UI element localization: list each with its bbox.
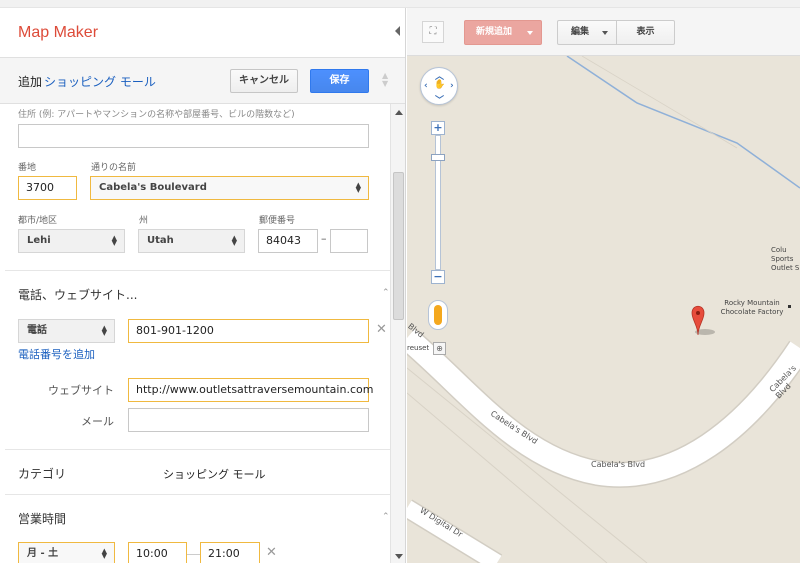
- save-button[interactable]: 保存: [310, 69, 369, 93]
- fullscreen-icon[interactable]: ⛶: [422, 21, 444, 43]
- select-arrows-icon: ▲ ▼: [101, 547, 107, 560]
- street-number-label: 番地: [18, 163, 37, 173]
- edit-action: 追加: [18, 75, 43, 89]
- map-toolbar: ⛶ 新規追加 編集 表示: [407, 8, 800, 56]
- phone-type-value: 電話: [27, 325, 47, 336]
- phone-type-select[interactable]: 電話 ▲ ▼: [18, 319, 115, 343]
- header-spinner-icon: ▲ ▼: [382, 71, 389, 88]
- section-divider: [5, 494, 390, 495]
- marker-dot: [696, 311, 700, 315]
- close-time-input[interactable]: 21:00: [200, 542, 260, 563]
- scroll-down-icon[interactable]: [395, 554, 403, 559]
- editor-panel: Map Maker 追加 ショッピング モール キャンセル 保存 ▲ ▼ 住所 (例…: [0, 8, 406, 563]
- poi-label[interactable]: Rocky Mountain Chocolate Factory: [712, 299, 792, 317]
- open-time-input[interactable]: 10:00: [128, 542, 187, 563]
- path-line: [581, 55, 738, 149]
- scroll-up-icon[interactable]: [395, 110, 403, 115]
- pan-down-icon[interactable]: ﹀: [435, 93, 444, 106]
- browser-top-strip: [0, 0, 800, 8]
- address-extra-input[interactable]: [18, 124, 369, 148]
- zoom-slider-thumb[interactable]: [431, 154, 445, 161]
- edit-label: 編集: [571, 27, 590, 37]
- road-w-digital-dr: [407, 500, 502, 563]
- section-divider: [5, 270, 390, 271]
- select-arrows-icon: ▲ ▼: [231, 234, 237, 247]
- pan-right-icon[interactable]: ›: [450, 81, 454, 91]
- email-label: メール: [81, 415, 114, 428]
- map-canvas[interactable]: Rocky Mountain Chocolate Factory Colu Sp…: [407, 8, 800, 563]
- chevron-down-icon: [602, 31, 608, 35]
- app-logo[interactable]: Map Maker: [18, 24, 98, 42]
- place-form: 住所 (例: アパートやマンションの名称や部屋番号、ビルの階数など) 番地 通り…: [0, 104, 392, 563]
- zip-label: 郵便番号: [259, 216, 296, 226]
- cancel-button[interactable]: キャンセル: [230, 69, 298, 93]
- category-label: カテゴリ: [18, 467, 67, 481]
- select-arrows-icon: ▲ ▼: [101, 324, 107, 337]
- hours-section-title[interactable]: 営業時間: [18, 510, 66, 527]
- edit-header: 追加 ショッピング モール キャンセル 保存 ▲ ▼: [0, 58, 405, 104]
- category-value[interactable]: ショッピング モール: [163, 466, 266, 482]
- view-button[interactable]: 表示: [616, 20, 675, 45]
- magnify-icon[interactable]: ⊕: [433, 342, 446, 355]
- brand-bar: Map Maker: [0, 8, 405, 58]
- website-label: ウェブサイト: [48, 384, 114, 397]
- zip-input[interactable]: 84043: [258, 229, 318, 253]
- chevron-down-icon: [527, 31, 533, 35]
- email-input[interactable]: [128, 408, 369, 432]
- city-select[interactable]: Lehi ▲ ▼: [18, 229, 125, 253]
- scroll-thumb[interactable]: [393, 172, 404, 320]
- city-label: 都市/地区: [18, 216, 58, 226]
- zip-ext-input[interactable]: [330, 229, 368, 253]
- address-hint: 住所 (例: アパートやマンションの名称や部屋番号、ビルの階数など): [18, 110, 295, 120]
- website-input[interactable]: http://www.outletsattraversemountain.com: [128, 378, 373, 402]
- zoom-in-icon[interactable]: +: [431, 121, 445, 135]
- street-name-label: 通りの名前: [91, 163, 137, 173]
- contact-section-title[interactable]: 電話、ウェブサイト...: [18, 286, 137, 303]
- form-scrollbar[interactable]: [390, 104, 405, 563]
- water-line: [566, 55, 800, 189]
- hours-days-select[interactable]: 月 - 土 ▲ ▼: [18, 542, 115, 563]
- pegman-figure: [434, 305, 442, 325]
- add-new-label: 新規追加: [476, 27, 513, 37]
- state-value: Utah: [147, 235, 174, 246]
- add-phone-link[interactable]: 電話番号を追加: [18, 346, 95, 362]
- pegman-icon[interactable]: [428, 300, 448, 330]
- place-label-partial: reuset: [407, 344, 430, 352]
- pan-left-icon[interactable]: ‹: [424, 81, 428, 91]
- road-label: Cabela's Blvd: [591, 460, 646, 469]
- collapse-left-icon[interactable]: [395, 26, 400, 36]
- street-name-select[interactable]: Cabela's Boulevard ▲ ▼: [90, 176, 369, 200]
- state-select[interactable]: Utah ▲ ▼: [138, 229, 245, 253]
- street-number-input[interactable]: 3700: [18, 176, 77, 200]
- map-tiles: [407, 55, 800, 563]
- state-label: 州: [139, 216, 149, 226]
- zip-separator: –: [321, 232, 327, 245]
- edit-menu-button[interactable]: 編集: [557, 20, 617, 45]
- hours-days-value: 月 - 土: [27, 548, 59, 559]
- city-value: Lehi: [27, 235, 51, 246]
- zoom-out-icon[interactable]: −: [431, 270, 445, 284]
- clear-icon[interactable]: ✕: [376, 322, 387, 337]
- select-arrows-icon: ▲ ▼: [111, 234, 117, 247]
- hand-icon: ✋: [434, 80, 446, 90]
- poi-label-partial[interactable]: Colu Sports Outlet S: [771, 246, 800, 273]
- phone-input[interactable]: 801-901-1200: [128, 319, 369, 343]
- chevron-up-icon[interactable]: ⌃: [382, 512, 390, 522]
- road-cabelas-blvd: [407, 329, 800, 487]
- clear-icon[interactable]: ✕: [266, 545, 277, 560]
- edit-title: 追加 ショッピング モール: [18, 73, 156, 90]
- section-divider: [5, 449, 390, 450]
- street-name-value: Cabela's Boulevard: [99, 182, 207, 193]
- pan-control-icon[interactable]: ︿ ‹ › ﹀ ✋: [420, 67, 458, 106]
- time-range-dash: [187, 554, 200, 555]
- select-arrows-icon: ▲ ▼: [355, 181, 361, 194]
- place-type-link[interactable]: ショッピング モール: [44, 75, 156, 89]
- chevron-up-icon[interactable]: ⌃: [382, 288, 390, 298]
- add-new-button[interactable]: 新規追加: [464, 20, 542, 45]
